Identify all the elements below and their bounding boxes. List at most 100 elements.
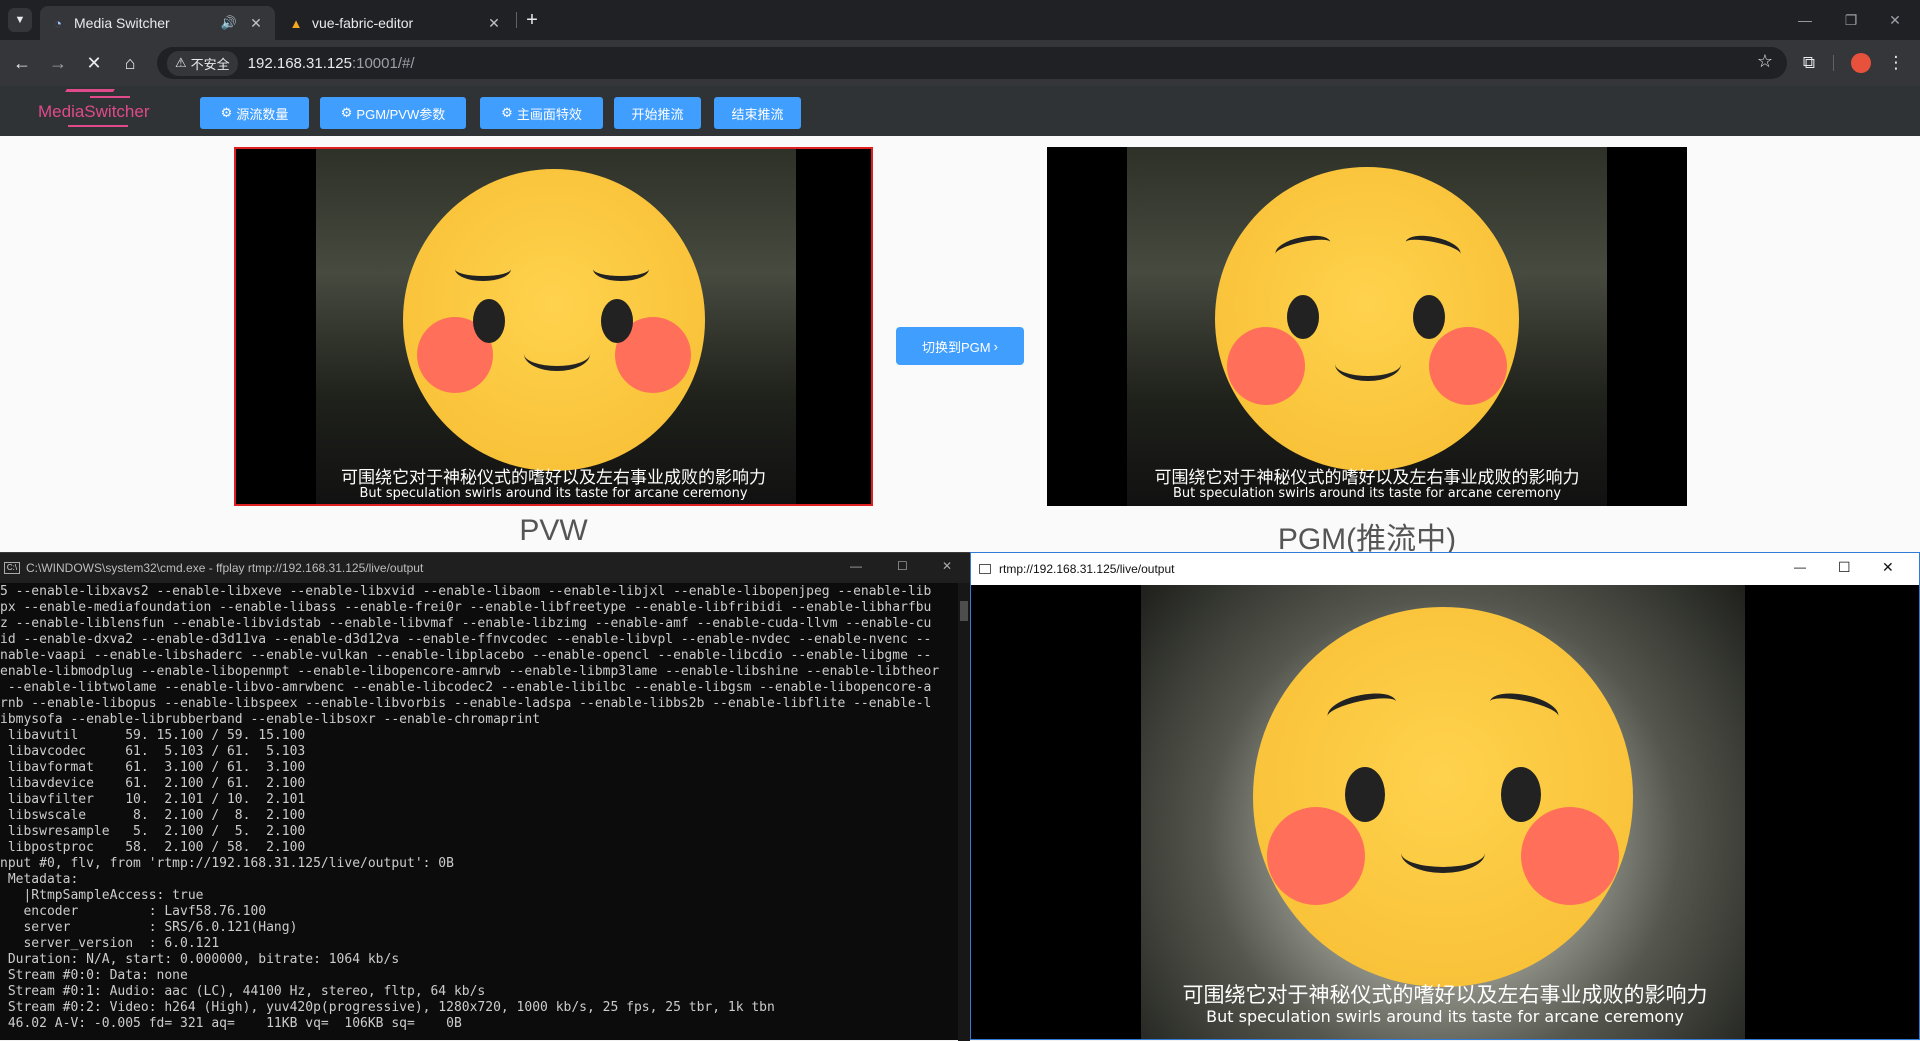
- console-output: 5 --enable-libxavs2 --enable-libxeve --e…: [0, 584, 956, 1040]
- home-icon[interactable]: ⌂: [116, 49, 144, 77]
- restore-icon[interactable]: ❐: [1836, 8, 1866, 32]
- chevron-right-icon: ›: [993, 338, 998, 354]
- console-line: Stream #0:0: Data: none: [0, 968, 188, 983]
- subtitle-chinese: 可围绕它对于神秘仪式的嗜好以及左右事业成败的影响力: [341, 468, 766, 488]
- window-icon: [979, 564, 991, 574]
- ffplay-titlebar[interactable]: rtmp://192.168.31.125/live/output — ☐ ✕: [971, 553, 1919, 585]
- console-line: ibmysofa --enable-librubberband --enable…: [0, 712, 541, 727]
- console-line: libavutil 59. 15.100 / 59. 15.100: [0, 728, 306, 743]
- subtitle-english: But speculation swirls around its taste …: [359, 486, 748, 501]
- console-line: Stream #0:2: Video: h264 (High), yuv420p…: [0, 1000, 775, 1015]
- pvw-label: PVW: [519, 514, 588, 547]
- console-line: Stream #0:1: Audio: aac (LC), 44100 Hz, …: [0, 984, 486, 999]
- emoji-face: [1253, 607, 1633, 987]
- console-line: libavcodec 61. 5.103 / 61. 5.103: [0, 744, 306, 759]
- console-line: |RtmpSampleAccess: true: [0, 888, 204, 903]
- tab-close-icon[interactable]: ✕: [247, 15, 265, 32]
- console-line: server_version : 6.0.121: [0, 936, 220, 951]
- toolbar-divider: [1833, 55, 1834, 71]
- gear-icon: ⚙: [501, 105, 513, 120]
- ffplay-title: rtmp://192.168.31.125/live/output: [999, 562, 1175, 576]
- gear-icon: ⚙: [340, 105, 353, 120]
- tab-favicon-icon: ▲: [289, 15, 303, 31]
- browser-toolbar: ← → ✕ ⌂ ⚠ 不安全 192.168.31.125:10001/#/ ☆ …: [0, 40, 1920, 86]
- tab-title: vue-fabric-editor: [312, 15, 414, 31]
- console-line: nable-vaapi --enable-libshaderc --enable…: [0, 648, 932, 663]
- maximize-icon[interactable]: ☐: [897, 559, 908, 573]
- back-icon[interactable]: ←: [8, 49, 36, 77]
- ffplay-video: 可围绕它对于神秘仪式的嗜好以及左右事业成败的影响力 But speculatio…: [971, 585, 1919, 1039]
- stop-loading-icon[interactable]: ✕: [80, 49, 108, 77]
- button-label: 源流数量: [236, 106, 289, 122]
- warning-icon: ⚠: [175, 55, 187, 70]
- console-line: libpostproc 58. 2.100 / 58. 2.100: [0, 840, 306, 855]
- cmd-titlebar[interactable]: C:\ C:\WINDOWS\system32\cmd.exe - ffplay…: [0, 553, 970, 583]
- url-path: :10001/#/: [351, 54, 415, 72]
- close-icon[interactable]: ✕: [1882, 559, 1894, 576]
- console-line: --enable-libtwolame --enable-libvo-amrwb…: [0, 680, 932, 695]
- tab-close-icon[interactable]: ✕: [485, 15, 503, 32]
- logo-text: MediaSwitcher: [38, 102, 150, 121]
- button-label: 开始推流: [631, 106, 684, 122]
- forward-icon[interactable]: →: [44, 49, 72, 77]
- console-line: id --enable-dxva2 --enable-d3d11va --ena…: [0, 632, 932, 647]
- address-bar[interactable]: ⚠ 不安全 192.168.31.125:10001/#/ ☆: [157, 47, 1787, 79]
- url-host: 192.168.31.125: [247, 54, 352, 72]
- pvw-video[interactable]: 可围绕它对于神秘仪式的嗜好以及左右事业成败的影响力 But speculatio…: [234, 147, 873, 506]
- cmd-icon: C:\: [4, 562, 20, 574]
- emoji-face: [1215, 167, 1519, 471]
- console-line: px --enable-mediafoundation --enable-lib…: [0, 600, 932, 615]
- console-line: encoder : Lavf58.76.100: [0, 904, 267, 919]
- minimize-icon[interactable]: —: [850, 559, 862, 573]
- cmd-title: C:\WINDOWS\system32\cmd.exe - ffplay rtm…: [26, 561, 424, 575]
- pgm-pvw-params-button[interactable]: ⚙ PGM/PVW参数: [320, 97, 466, 129]
- source-count-button[interactable]: ⚙ 源流数量: [200, 97, 309, 129]
- browser-tab-strip: ▼ ◔ Media Switcher 🔊 ✕ ▲ vue-fabric-edit…: [0, 0, 1920, 40]
- bookmark-star-icon[interactable]: ☆: [1757, 51, 1773, 72]
- extensions-icon[interactable]: ⧉: [1795, 49, 1823, 77]
- minimize-icon[interactable]: —: [1790, 8, 1820, 32]
- console-line: libswscale 8. 2.100 / 8. 2.100: [0, 808, 306, 823]
- console-line: 5 --enable-libxavs2 --enable-libxeve --e…: [0, 584, 932, 599]
- subtitle-chinese: 可围绕它对于神秘仪式的嗜好以及左右事业成败的影响力: [1154, 468, 1580, 488]
- console-line: server : SRS/6.0.121(Hang): [0, 920, 298, 935]
- scrollbar-thumb[interactable]: [960, 601, 968, 621]
- tab-vue-fabric-editor[interactable]: ▲ vue-fabric-editor ✕: [278, 6, 513, 40]
- close-window-icon[interactable]: ✕: [1880, 8, 1910, 32]
- console-line: libavfilter 10. 2.101 / 10. 2.101: [0, 792, 306, 807]
- console-line: libavdevice 61. 2.100 / 61. 2.100: [0, 776, 306, 791]
- console-line: libavformat 61. 3.100 / 61. 3.100: [0, 760, 306, 775]
- subtitle-english: But speculation swirls around its taste …: [1172, 486, 1562, 501]
- security-label: 不安全: [190, 56, 230, 72]
- speaker-icon[interactable]: 🔊: [221, 15, 237, 31]
- console-line: Metadata:: [0, 872, 79, 887]
- main-effects-button[interactable]: ⚙ 主画面特效: [480, 97, 603, 129]
- security-indicator[interactable]: ⚠ 不安全: [167, 50, 238, 76]
- button-label: 结束推流: [731, 106, 784, 122]
- button-label: 切换到PGM: [922, 339, 991, 355]
- menu-kebab-icon[interactable]: ⋮: [1882, 49, 1910, 77]
- subtitle-english: But speculation swirls around its taste …: [1206, 1007, 1684, 1026]
- tab-divider: [516, 12, 517, 28]
- tab-title: Media Switcher: [74, 15, 170, 31]
- cmd-window[interactable]: C:\ C:\WINDOWS\system32\cmd.exe - ffplay…: [0, 552, 970, 1041]
- console-line: enable-libmodplug --enable-libopenmpt --…: [0, 664, 940, 679]
- switch-to-pgm-button[interactable]: 切换到PGM ›: [896, 327, 1024, 365]
- gear-icon: ⚙: [220, 105, 233, 120]
- minimize-icon[interactable]: —: [1794, 560, 1806, 574]
- close-icon[interactable]: ✕: [942, 559, 952, 573]
- scrollbar[interactable]: [958, 583, 970, 1041]
- tab-media-switcher[interactable]: ◔ Media Switcher 🔊 ✕: [40, 6, 275, 40]
- start-stream-button[interactable]: 开始推流: [614, 97, 701, 129]
- profile-avatar[interactable]: [1851, 53, 1871, 73]
- new-tab-icon[interactable]: +: [520, 6, 544, 34]
- emoji-face: [403, 169, 705, 471]
- stop-stream-button[interactable]: 结束推流: [714, 97, 801, 129]
- console-line: Duration: N/A, start: 0.000000, bitrate:…: [0, 952, 400, 967]
- maximize-icon[interactable]: ☐: [1838, 559, 1851, 576]
- button-label: 主画面特效: [516, 106, 582, 122]
- tab-search-button[interactable]: ▼: [8, 8, 32, 32]
- console-line: nput #0, flv, from 'rtmp://192.168.31.12…: [0, 856, 454, 871]
- console-line: z --enable-liblensfun --enable-libvidsta…: [0, 616, 932, 631]
- ffplay-window[interactable]: rtmp://192.168.31.125/live/output — ☐ ✕ …: [970, 552, 1920, 1040]
